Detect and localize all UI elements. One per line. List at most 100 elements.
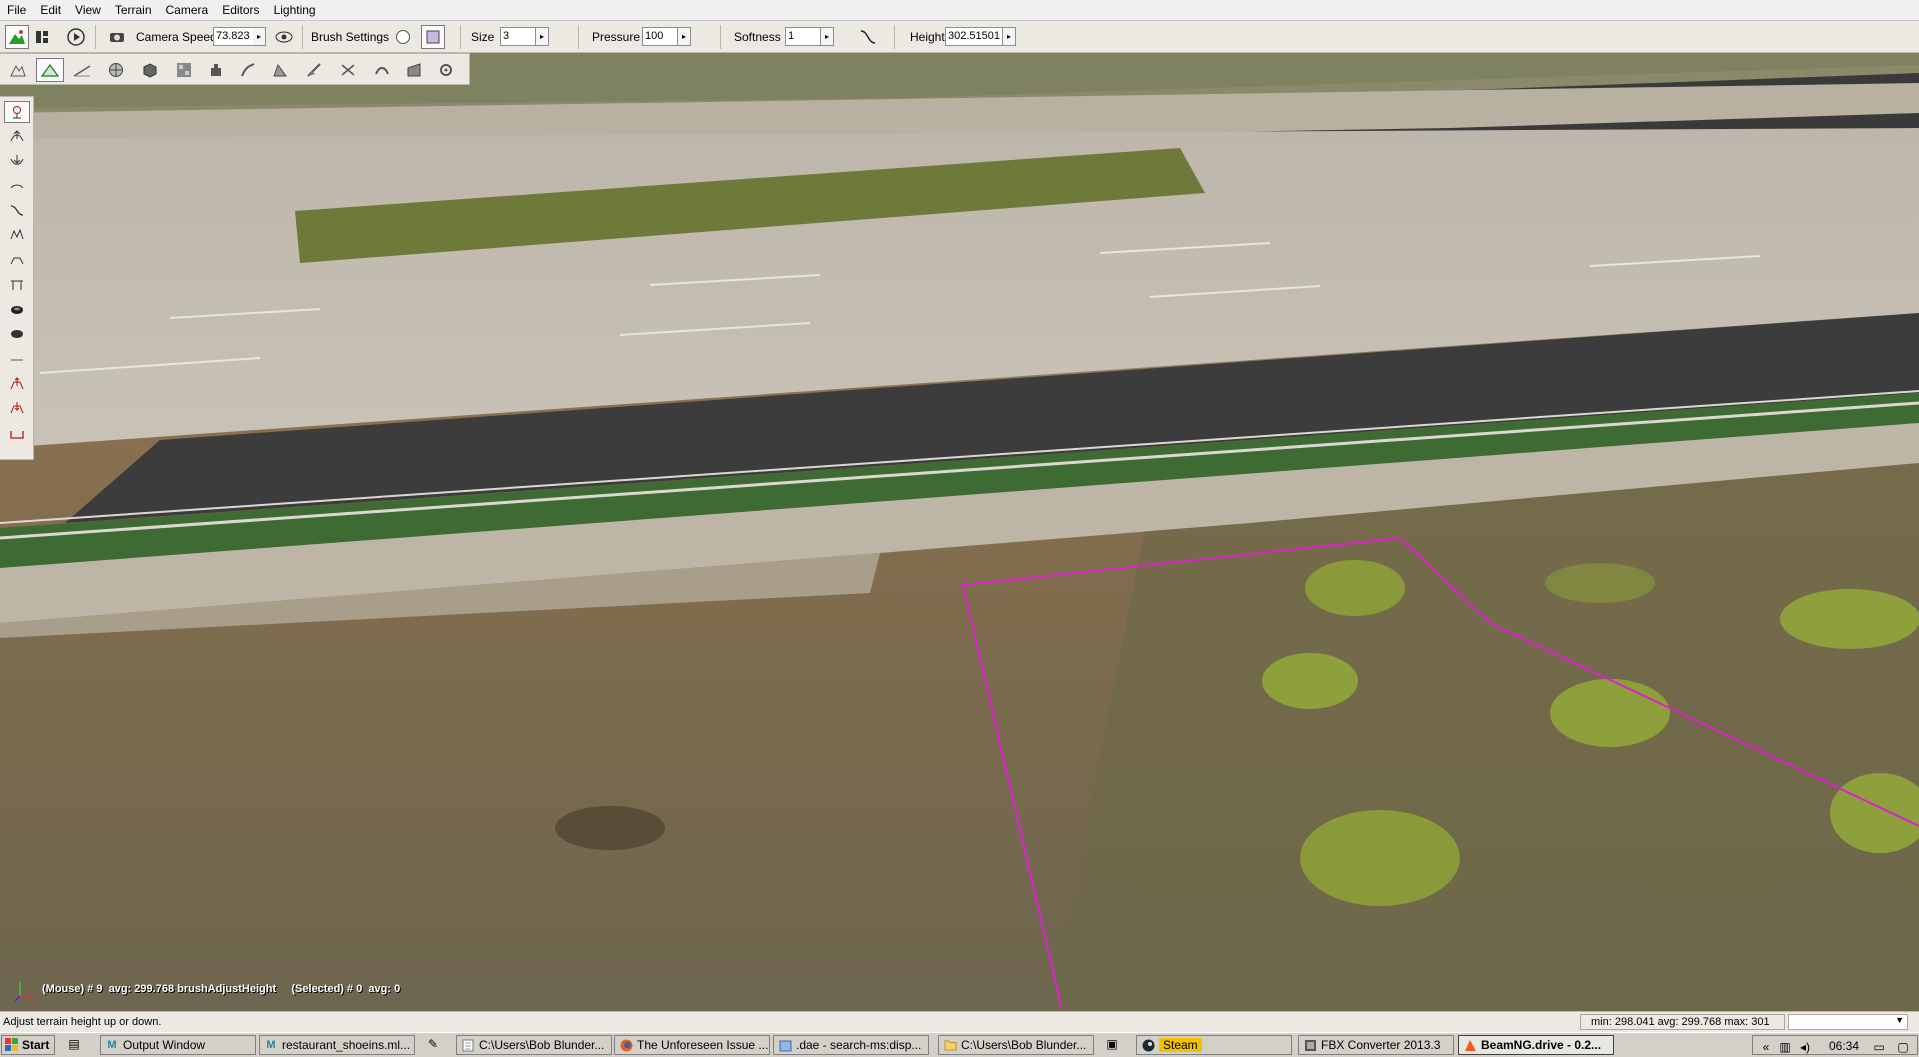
pressure-field[interactable]: 100 — [642, 27, 678, 46]
layout-icon[interactable] — [30, 25, 54, 49]
height-spinner[interactable]: ▸ — [1003, 27, 1016, 46]
start-button[interactable]: Start — [1, 1035, 55, 1055]
menu-view[interactable]: View — [68, 0, 108, 20]
lower-red-icon[interactable] — [4, 397, 30, 419]
paint-material-icon[interactable] — [170, 58, 198, 82]
menu-bar: File Edit View Terrain Camera Editors Lighting — [0, 0, 1919, 21]
terrain-editor-icon[interactable] — [5, 25, 29, 49]
menu-lighting[interactable]: Lighting — [267, 0, 323, 20]
raise-red-icon[interactable] — [4, 373, 30, 395]
square-brush-icon[interactable] — [421, 25, 445, 49]
line-icon[interactable] — [4, 349, 30, 371]
softness-field[interactable]: 1 — [785, 27, 821, 46]
globe-icon[interactable] — [102, 58, 130, 82]
task-notepad[interactable]: C:\Users\Bob Blunder... — [456, 1035, 612, 1055]
task-explorer[interactable]: C:\Users\Bob Blunder... — [938, 1035, 1094, 1055]
task-label: The Unforeseen Issue ... — [637, 1038, 769, 1052]
task-label: BeamNG.drive - 0.2... — [1481, 1038, 1602, 1052]
task-output-window[interactable]: M Output Window — [100, 1035, 256, 1055]
brush-settings-label: Brush Settings — [311, 30, 390, 44]
task-beamng[interactable]: BeamNG.drive - 0.2... — [1458, 1035, 1614, 1055]
task-steam[interactable]: Steam — [1136, 1035, 1292, 1055]
folder-icon — [943, 1038, 957, 1052]
raise-height-icon[interactable] — [36, 58, 64, 82]
main-toolbar: Camera Speed 73.823 ▸ Brush Settings Siz… — [0, 21, 1919, 53]
terrain-overview-icon[interactable] — [4, 58, 32, 82]
noise-tool-icon[interactable] — [4, 223, 30, 245]
circle-brush-icon[interactable] — [391, 25, 415, 49]
axis-gizmo-icon — [14, 978, 38, 1005]
curve-icon[interactable] — [4, 199, 30, 221]
set-height-icon[interactable] — [4, 273, 30, 295]
height-stats: min: 298.041 avg: 299.768 max: 301 — [1580, 1014, 1785, 1030]
paint-hole-icon[interactable] — [4, 299, 30, 321]
size-field[interactable]: 3 — [500, 27, 536, 46]
clear-hole-icon[interactable] — [4, 323, 30, 345]
task-label: C:\Users\Bob Blunder... — [479, 1038, 605, 1052]
terrain-tools-toolbar — [0, 53, 470, 85]
erode-icon[interactable] — [368, 58, 396, 82]
menu-camera[interactable]: Camera — [159, 0, 216, 20]
firefox-icon — [619, 1038, 633, 1052]
height-field[interactable]: 302.51501 — [945, 27, 1003, 46]
task-label: C:\Users\Bob Blunder... — [961, 1038, 1087, 1052]
notification-icon[interactable]: ▢ — [1895, 1040, 1911, 1056]
volume-icon[interactable]: ◂) — [1797, 1040, 1813, 1056]
pen-icon[interactable]: ✎ — [425, 1037, 441, 1053]
menu-edit[interactable]: Edit — [33, 0, 68, 20]
camera-speed-spinner[interactable]: ▸ — [253, 27, 266, 46]
lower-icon[interactable] — [4, 149, 30, 171]
taskbar: Start ▤ M Output Window M restaurant_sho… — [0, 1032, 1919, 1057]
visibility-eye-icon[interactable] — [272, 25, 296, 49]
size-spinner[interactable]: ▸ — [536, 27, 549, 46]
softness-spinner[interactable]: ▸ — [821, 27, 834, 46]
network-icon[interactable]: ▥ — [1777, 1040, 1793, 1056]
start-label: Start — [22, 1038, 50, 1052]
pressure-spinner[interactable]: ▸ — [678, 27, 691, 46]
softness-curve-icon[interactable] — [856, 25, 880, 49]
app-icon[interactable]: ▣ — [1104, 1037, 1120, 1053]
clock[interactable]: 06:34 — [1829, 1039, 1859, 1053]
chevron-down-icon: ▼ — [1895, 1015, 1904, 1025]
menu-editors[interactable]: Editors — [215, 0, 266, 20]
noise-icon[interactable] — [300, 58, 328, 82]
softness-label: Softness — [734, 30, 781, 44]
select-icon[interactable] — [4, 101, 30, 123]
show-desktop-icon[interactable]: ▤ — [66, 1037, 82, 1053]
play-icon[interactable] — [64, 25, 88, 49]
smooth-line-icon[interactable] — [4, 175, 30, 197]
status-dropdown[interactable]: ▼ — [1788, 1014, 1908, 1030]
task-label: Output Window — [123, 1038, 206, 1052]
task-search[interactable]: .dae - search-ms:disp... — [773, 1035, 929, 1055]
maya-icon: M — [266, 1039, 276, 1051]
fbx-icon — [1303, 1038, 1317, 1052]
3d-viewport[interactable] — [0, 53, 1919, 1011]
slope-icon[interactable] — [266, 58, 294, 82]
flatten-tool-icon[interactable] — [4, 249, 30, 271]
system-tray: « ▥ ◂) 06:34 ▭ ▢ — [1752, 1035, 1918, 1055]
task-firefox[interactable]: The Unforeseen Issue ... — [614, 1035, 770, 1055]
task-label: FBX Converter 2013.3 — [1321, 1038, 1441, 1052]
ramp-icon[interactable] — [400, 58, 428, 82]
flatten-icon[interactable] — [234, 58, 262, 82]
task-fbx-converter[interactable]: FBX Converter 2013.3 — [1298, 1035, 1454, 1055]
size-label: Size — [471, 30, 495, 44]
smooth-icon[interactable] — [68, 58, 96, 82]
box-icon[interactable] — [136, 58, 164, 82]
maya-icon: M — [107, 1039, 117, 1051]
task-label: Steam — [1159, 1038, 1202, 1052]
menu-terrain[interactable]: Terrain — [108, 0, 159, 20]
task-restaurant-shoeins[interactable]: M restaurant_shoeins.ml... — [259, 1035, 415, 1055]
status-message: Adjust terrain height up or down. — [3, 1016, 162, 1028]
action-center-icon[interactable]: ▭ — [1871, 1040, 1887, 1056]
terrain-scene — [0, 53, 1919, 1011]
cut-icon[interactable] — [334, 58, 362, 82]
terrace-icon[interactable] — [4, 423, 30, 445]
steam-icon — [1141, 1038, 1155, 1052]
adjust-icon[interactable] — [202, 58, 230, 82]
menu-file[interactable]: File — [0, 0, 33, 20]
expand-tray-icon[interactable]: « — [1758, 1040, 1774, 1056]
notepad-icon — [461, 1038, 475, 1052]
raise-icon[interactable] — [4, 125, 30, 147]
settings-icon[interactable] — [432, 58, 460, 82]
